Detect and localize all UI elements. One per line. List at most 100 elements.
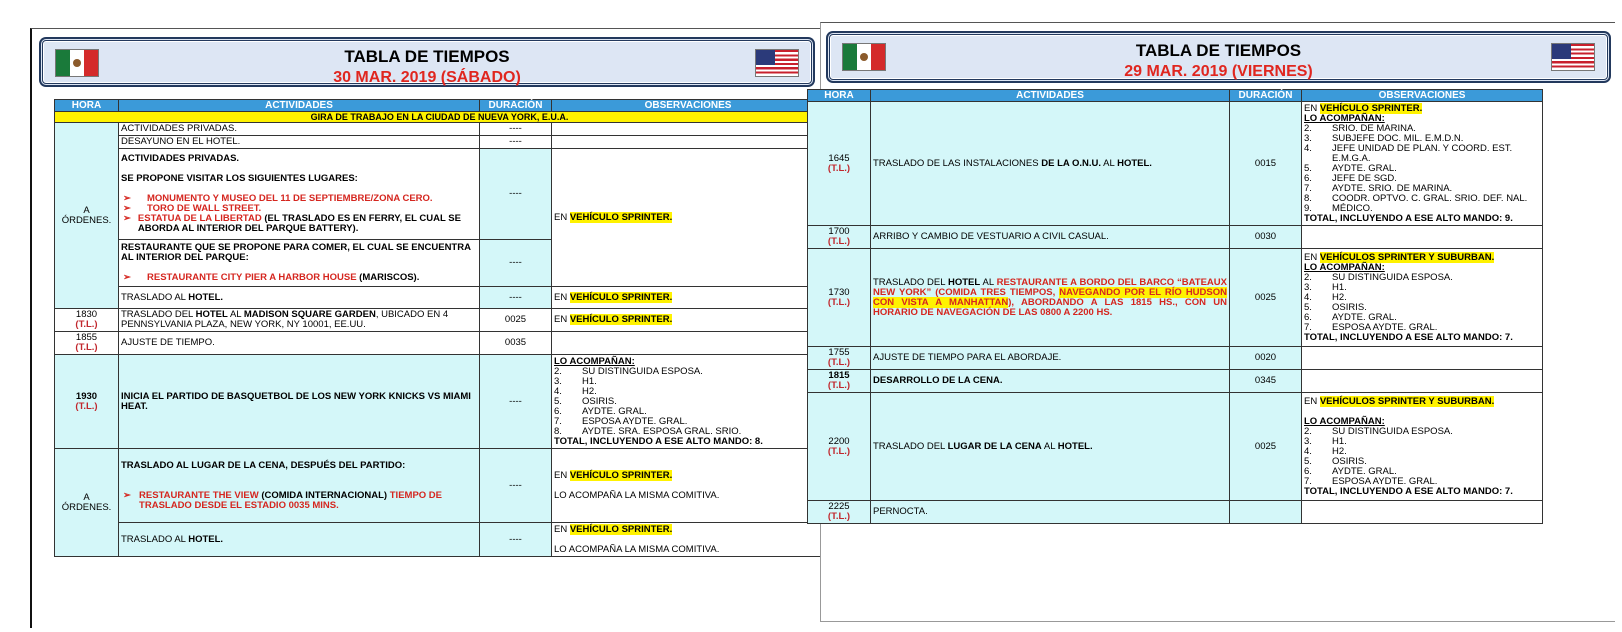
companion-list-item: 3. H1. (1304, 435, 1347, 447)
activity-cell: TRASLADO DEL HOTEL AL MADISON SQUARE GAR… (118, 308, 480, 332)
activity-cell: TRASLADO DEL LUGAR DE LA CENA AL HOTEL. (870, 392, 1230, 501)
gira-row: GIRA DE TRABAJO EN LA CIUDAD DE NUEVA YO… (54, 111, 825, 123)
duration-cell: 0025 (1229, 392, 1302, 501)
duration-cell: ---- (479, 122, 552, 136)
obs-cell (1301, 346, 1543, 370)
header-hora: HORA (807, 89, 871, 102)
obs-cell: EN VEHÍCULO SPRINTER. (551, 286, 825, 309)
companion-list-item: 7. AYDTE. SRIO. DE MARINA. (1304, 182, 1453, 194)
companion-list-item: 2. SRIO. DE MARINA. (1304, 122, 1416, 134)
vehicle-highlight: VEHÍCULOS SPRINTER Y SUBURBAN. (1319, 251, 1495, 263)
table-row: 2200 (T.L.) TRASLADO DEL LUGAR DE LA CENA… (807, 392, 1543, 501)
header-observaciones: OBSERVACIONES (1301, 89, 1543, 102)
activity-cell: DESARROLLO DE LA CENA. (870, 369, 1230, 393)
table-header-row: HORA ACTIVIDADES DURACIÓN OBSERVACIONES (54, 99, 825, 112)
duration-cell (1229, 500, 1302, 524)
companion-list-item: 4. H2. (1304, 445, 1347, 457)
companion-list-item: 2. SU DISTINGUIDA ESPOSA. (554, 365, 703, 377)
duration-cell: ---- (479, 448, 552, 523)
companion-list-item: 7. ESPOSA AYDTE. GRAL. (554, 415, 688, 427)
obs-cell: EN VEHÍCULO SPRINTER. LO ACOMPAÑAN: 2. SR… (1301, 101, 1543, 226)
companion-list-item: 3. SUBJEFE DOC. MIL. E.M.D.N. (1304, 132, 1464, 144)
obs-cell: LO ACOMPAÑAN: 2. SU DISTINGUIDA ESPOSA. 3.… (551, 354, 825, 449)
hora-cell: 1755 (T.L.) (807, 346, 871, 370)
obs-cell: EN VEHÍCULO SPRINTER. LO ACOMPAÑA LA MIS… (551, 448, 825, 523)
companion-list-item: 4. JEFE UNIDAD DE PLAN. Y COORD. EST. E.M… (1304, 142, 1513, 164)
table-row: TRASLADO AL HOTEL. ---- EN VEHÍCULO SPRI… (55, 522, 825, 557)
vehicle-highlight: VEHÍCULO SPRINTER. (1319, 102, 1423, 114)
obs-cell: EN VEHÍCULO SPRINTER. LO ACOMPAÑA LA MIS… (551, 522, 825, 557)
obs-cell: EN VEHÍCULOS SPRINTER Y SUBURBAN. LO ACO… (1301, 248, 1543, 347)
duration-cell: 0015 (1229, 101, 1302, 226)
companion-list-item: 5. OSIRIS. (554, 395, 617, 407)
activity-cell: TRASLADO DE LAS INSTALACIONES DE LA O.N.… (870, 101, 1230, 226)
hora-cell: 1855 (T.L.) (54, 331, 119, 355)
table-row: 1855 (T.L.) AJUSTE DE TIEMPO. 0035 (54, 331, 825, 355)
duration-cell: ---- (479, 354, 552, 449)
schedule-table: HORA ACTIVIDADES DURACIÓN OBSERVACIONES … (54, 99, 825, 557)
duration-cell: ---- (479, 239, 552, 287)
duration-cell: ---- (479, 522, 552, 557)
table-row: A ÓRDENES. ACTIVIDADES PRIVADAS. ---- (54, 122, 825, 309)
page-30-mar: TABLA DE TIEMPOS 30 MAR. 2019 (SÁBADO) H… (30, 28, 825, 628)
companion-list-item: 3. H1. (554, 375, 597, 387)
header-duracion: DURACIÓN (1229, 89, 1302, 102)
hora-cell: 2225 (T.L.) (807, 500, 871, 524)
companion-list-item: 2. SU DISTINGUIDA ESPOSA. (1304, 271, 1453, 283)
page-title: TABLA DE TIEMPOS (1135, 41, 1302, 60)
companion-list-item: 2. SU DISTINGUIDA ESPOSA. (1304, 425, 1453, 437)
hora-cell: 1830 (T.L.) (54, 308, 119, 332)
header-hora: HORA (54, 99, 119, 112)
vehicle-highlight: VEHÍCULO SPRINTER. (569, 291, 673, 303)
page-title: TABLA DE TIEMPOS (344, 47, 510, 66)
obs-cell: EN VEHÍCULO SPRINTER. (551, 148, 825, 287)
activity-cell: AJUSTE DE TIEMPO PARA EL ABORDAJE. (870, 346, 1230, 370)
table-row: 1755 (T.L.) AJUSTE DE TIEMPO PARA EL ABOR… (807, 346, 1543, 370)
activity-cell: TRASLADO DEL HOTEL AL RESTAURANTE A BORD… (870, 248, 1230, 347)
companion-list-item: 5. OSIRIS. (1304, 301, 1367, 313)
page-date: 30 MAR. 2019 (SÁBADO) (333, 69, 521, 86)
table-row: TRASLADO AL HOTEL. ---- EN VEHÍCULO SPRI… (55, 286, 825, 309)
companion-list-item: 6. JEFE DE SGD. (1304, 172, 1397, 184)
table-row: DESAYUNO EN EL HOTEL. ---- (55, 135, 825, 149)
table-row: 1930 (T.L.) INICIA EL PARTIDO DE BASQUETB… (54, 354, 825, 449)
obs-cell: EN VEHÍCULO SPRINTER. (551, 308, 825, 332)
hora-cell: 1700 (T.L.) (807, 225, 871, 249)
vehicle-highlight: VEHÍCULO SPRINTER. (569, 523, 673, 535)
usa-flag-icon (1551, 43, 1595, 71)
duration-cell: ---- (479, 135, 552, 149)
activity-cell: TRASLADO AL HOTEL. (118, 286, 480, 309)
activity-cell: TRASLADO AL HOTEL. (118, 522, 480, 557)
activity-cell: AJUSTE DE TIEMPO. (118, 331, 480, 355)
activity-cell: DESAYUNO EN EL HOTEL. (118, 135, 480, 149)
title-banner: TABLA DE TIEMPOS 30 MAR. 2019 (SÁBADO) (40, 38, 814, 86)
header-duracion: DURACIÓN (479, 99, 552, 112)
header-actividades: ACTIVIDADES (118, 99, 480, 112)
companion-list-item: 3. H1. (1304, 281, 1347, 293)
companion-list-item: 7. ESPOSA AYDTE. GRAL. (1304, 475, 1438, 487)
obs-cell: EN VEHÍCULOS SPRINTER Y SUBURBAN. LO ACO… (1301, 392, 1543, 501)
table-row: 1730 (T.L.) TRASLADO DEL HOTEL AL RESTAUR… (807, 248, 1543, 347)
vehicle-highlight: VEHÍCULO SPRINTER. (569, 314, 673, 325)
activity-cell: ACTIVIDADES PRIVADAS. SE PROPONE VISITAR… (118, 148, 480, 240)
title-banner: TABLA DE TIEMPOS 29 MAR. 2019 (VIERNES) (827, 32, 1610, 82)
duration-cell: 0020 (1229, 346, 1302, 370)
table-header-row: HORA ACTIVIDADES DURACIÓN OBSERVACIONES (807, 89, 1543, 102)
hora-cell: 1815 (T.L.) (807, 369, 871, 393)
vehicle-highlight: VEHÍCULO SPRINTER. (569, 469, 673, 481)
companion-list-item: 6. AYDTE. GRAL. (1304, 465, 1397, 477)
obs-cell (1301, 500, 1543, 524)
companion-list-item: 4. H2. (554, 385, 597, 397)
table-row: 1700 (T.L.) ARRIBO Y CAMBIO DE VESTUARIO … (807, 225, 1543, 249)
activity-cell: ACTIVIDADES PRIVADAS. (118, 122, 480, 136)
duration-cell: 0030 (1229, 225, 1302, 249)
companion-list-item: 9. MÉDICO. (1304, 202, 1373, 214)
companion-list-item: 5. OSIRIS. (1304, 455, 1367, 467)
duration-cell: 0025 (479, 308, 552, 332)
arrow-bullet-icon: ➢ (123, 213, 131, 224)
obs-cell (551, 122, 825, 136)
companion-list-item: 8. AYDTE. SRA. ESPOSA GRAL. SRIO. (554, 425, 742, 437)
activity-cell: RESTAURANTE QUE SE PROPONE PARA COMER, E… (118, 239, 480, 287)
header-observaciones: OBSERVACIONES (551, 99, 825, 112)
hora-cell: 1930 (T.L.) (54, 354, 119, 449)
